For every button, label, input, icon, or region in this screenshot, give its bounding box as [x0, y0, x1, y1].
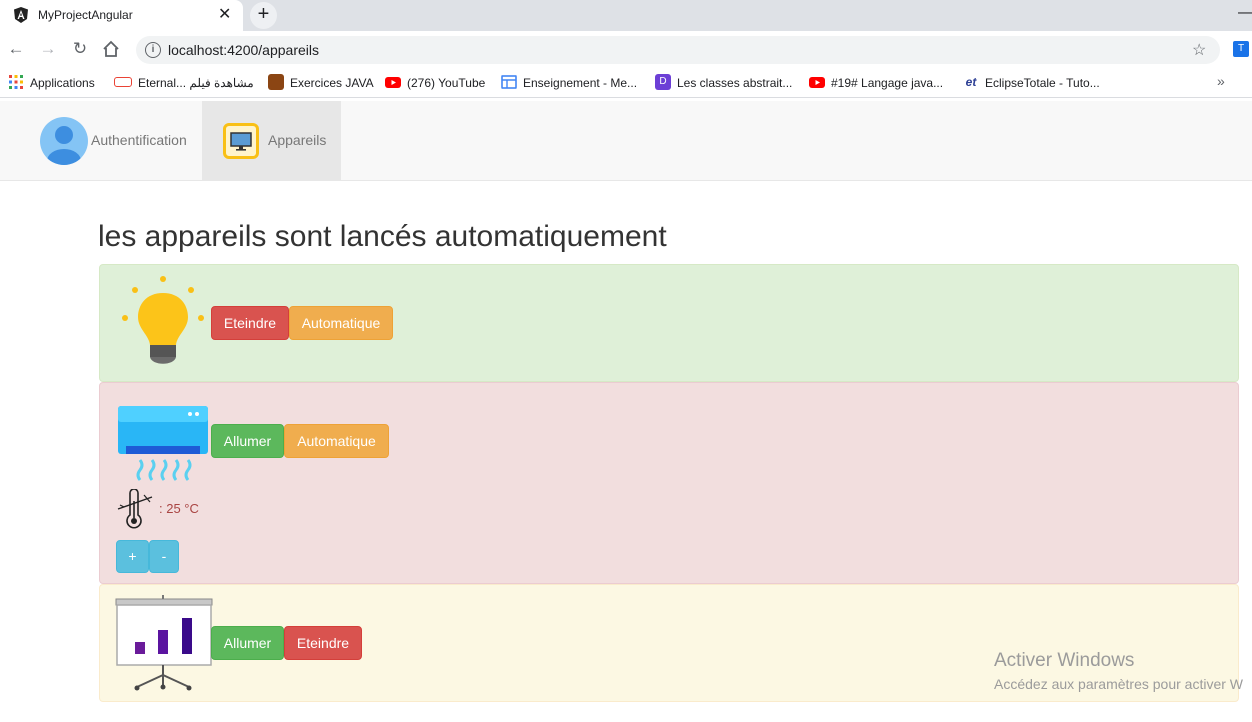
youtube-icon	[385, 77, 401, 88]
temperature-value: : 25 °C	[159, 501, 199, 516]
books-icon	[268, 74, 284, 90]
bookmark-enseignement[interactable]: Enseignement - Me...	[501, 75, 637, 91]
temperature-increment-button[interactable]: +	[116, 540, 149, 573]
youtube-icon	[809, 77, 825, 88]
browser-tab[interactable]: MyProjectAngular ✕	[0, 0, 243, 31]
new-tab-button[interactable]: +	[250, 2, 277, 29]
angular-favicon-icon	[14, 7, 28, 23]
nav-auth-label: Authentification	[91, 132, 187, 148]
windows-watermark-subtitle: Accédez aux paramètres pour activer W	[994, 676, 1243, 692]
air-conditioner-icon	[118, 406, 208, 481]
ac-automatique-button[interactable]: Automatique	[284, 424, 389, 458]
device-air-conditioner: Allumer Automatique : 25 °C + -	[99, 382, 1239, 584]
bookmark-d-icon: D	[655, 74, 671, 90]
bookmark-star-icon[interactable]: ☆	[1192, 40, 1206, 60]
bookmarks-more-icon[interactable]: »	[1217, 73, 1225, 89]
lamp-automatique-button[interactable]: Automatique	[289, 306, 393, 340]
extension-icon[interactable]: T	[1233, 41, 1249, 57]
home-icon[interactable]	[101, 39, 121, 59]
user-avatar-icon	[40, 117, 88, 165]
ac-allumer-button[interactable]: Allumer	[211, 424, 284, 458]
nav-authentification[interactable]: Authentification	[25, 101, 202, 180]
bookmark-eclipsetotale[interactable]: et EclipseTotale - Tuto...	[963, 75, 1100, 91]
browser-toolbar: ← → ↻ i localhost:4200/appareils ☆ T	[0, 31, 1252, 68]
nav-appareils-label: Appareils	[268, 132, 327, 148]
reload-icon[interactable]: ↻	[70, 39, 90, 59]
monitor-icon	[223, 123, 259, 159]
bookmark-eternal[interactable]: Eternal... مشاهدة فيلم	[114, 75, 254, 91]
bookmarks-bar: Applications Eternal... مشاهدة فيلم Exer…	[0, 68, 1252, 98]
nav-appareils[interactable]: Appareils	[202, 101, 341, 180]
bookmark-youtube[interactable]: (276) YouTube	[385, 75, 485, 91]
url-text[interactable]: localhost:4200/appareils	[168, 42, 319, 58]
bookmark-classes-abstraites[interactable]: D Les classes abstrait...	[655, 74, 792, 91]
app-navbar: Authentification Appareils	[0, 101, 1252, 181]
windows-watermark-title: Activer Windows	[994, 650, 1135, 671]
presentation-board-icon	[115, 595, 213, 691]
window-minimize-button[interactable]: —	[1238, 4, 1252, 22]
page-title: les appareils sont lancés automatiquemen…	[98, 220, 667, 253]
tab-close-icon[interactable]: ✕	[218, 5, 231, 25]
apps-grid-icon	[9, 75, 23, 89]
temperature-decrement-button[interactable]: -	[149, 540, 179, 573]
forward-arrow-icon[interactable]: →	[38, 39, 58, 59]
bookmark-exercices-java[interactable]: Exercices JAVA	[268, 74, 374, 91]
site-favicon	[114, 76, 132, 87]
document-icon	[501, 75, 517, 89]
device-lamp: Eteindre Automatique	[99, 264, 1239, 382]
projector-eteindre-button[interactable]: Eteindre	[284, 626, 362, 660]
bookmark-applications[interactable]: Applications	[8, 75, 95, 91]
site-info-icon[interactable]: i	[145, 42, 161, 58]
lightbulb-icon	[122, 276, 204, 364]
projector-allumer-button[interactable]: Allumer	[211, 626, 284, 660]
thermometer-icon	[117, 489, 153, 529]
lamp-eteindre-button[interactable]: Eteindre	[211, 306, 289, 340]
tab-title: MyProjectAngular	[38, 8, 133, 22]
bookmark-langage-java[interactable]: #19# Langage java...	[809, 75, 943, 91]
address-bar[interactable]: i localhost:4200/appareils ☆	[136, 36, 1220, 64]
et-icon: et	[965, 75, 977, 89]
back-arrow-icon[interactable]: ←	[6, 39, 26, 59]
browser-tabstrip: MyProjectAngular ✕ + —	[0, 0, 1252, 31]
